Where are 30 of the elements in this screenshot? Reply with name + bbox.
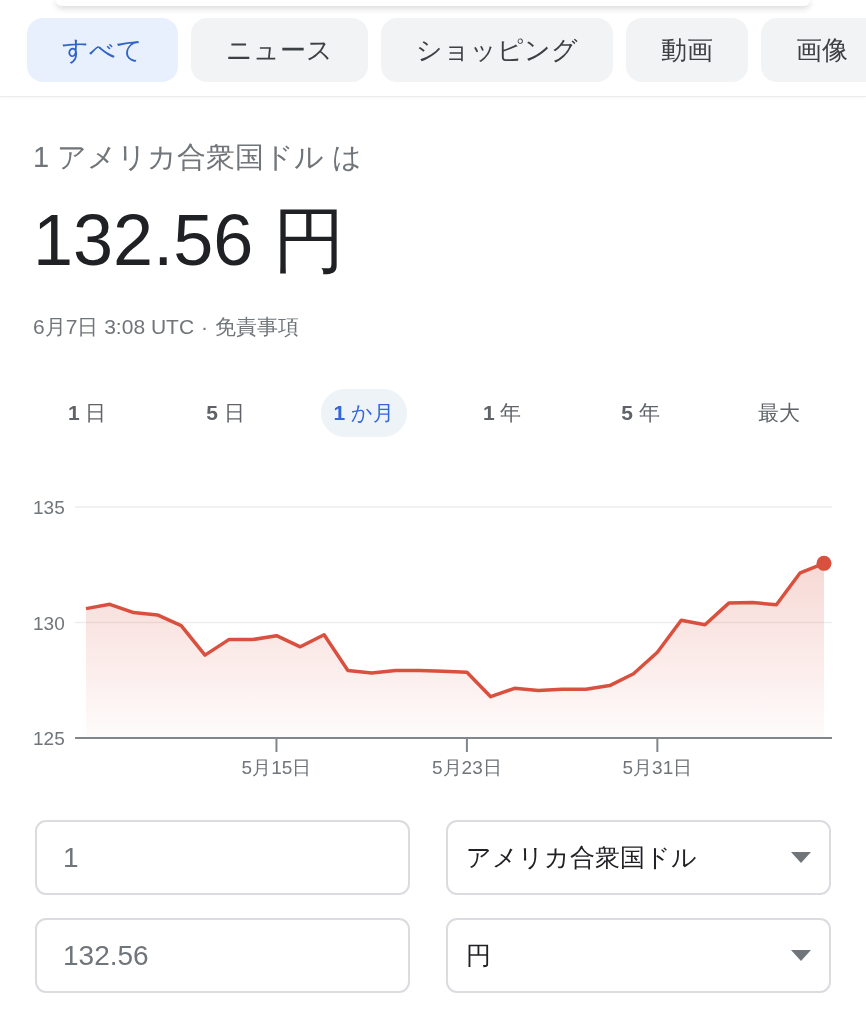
disclaimer-link[interactable]: 免責事項: [215, 312, 300, 342]
converted-value: 132.56 円: [33, 199, 347, 282]
x-axis-label: 5月23日: [432, 757, 502, 778]
amount-input[interactable]: 1: [35, 820, 410, 895]
caret-down-icon: [791, 852, 811, 863]
range-tab[interactable]: 5 年: [608, 389, 673, 437]
y-axis-label: 130: [33, 612, 65, 634]
search-tab[interactable]: ショッピング: [381, 18, 613, 82]
y-axis-label: 125: [33, 728, 65, 749]
x-axis-label: 5月15日: [241, 757, 312, 778]
range-tab[interactable]: 最大: [744, 389, 813, 437]
search-tab[interactable]: 動画: [626, 18, 748, 82]
search-bar[interactable]: [56, 0, 810, 6]
range-tab[interactable]: 1 年: [469, 389, 535, 437]
currency-select[interactable]: アメリカ合衆国ドル: [446, 820, 831, 895]
range-tab[interactable]: 1 日: [54, 389, 120, 437]
y-axis-label: 135: [33, 497, 65, 518]
caret-down-icon: [791, 950, 811, 961]
range-tab[interactable]: 1 か月: [320, 389, 408, 437]
range-tab[interactable]: 5 日: [193, 389, 258, 437]
search-tab[interactable]: ニュース: [191, 18, 368, 82]
x-axis-label: 5月31日: [622, 757, 693, 778]
currency-select[interactable]: 円: [446, 918, 831, 993]
conversion-subtitle: 1 アメリカ合衆国ドル は: [33, 140, 364, 175]
last-point-marker: [816, 555, 832, 571]
separator-text: ·: [201, 314, 209, 340]
amount-input[interactable]: 132.56: [35, 918, 410, 993]
search-tab[interactable]: すべて: [27, 18, 178, 82]
timestamp-text: 6月7日 3:08 UTC: [33, 314, 195, 340]
search-tab[interactable]: 画像: [761, 18, 866, 82]
